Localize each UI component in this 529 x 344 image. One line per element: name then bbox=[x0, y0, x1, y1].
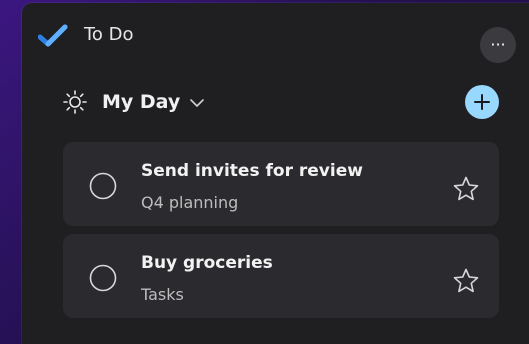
list-name: My Day bbox=[102, 91, 181, 113]
chevron-down-icon bbox=[190, 99, 205, 107]
task-title: Buy groceries bbox=[141, 253, 273, 273]
task-complete-checkbox[interactable] bbox=[89, 264, 117, 292]
more-options-button[interactable]: ··· bbox=[480, 27, 516, 63]
task-list-name: Q4 planning bbox=[141, 193, 239, 212]
plus-icon bbox=[474, 94, 490, 110]
task-item[interactable]: Send invites for review Q4 planning bbox=[63, 142, 499, 226]
star-icon[interactable] bbox=[451, 174, 481, 204]
todo-widget: To Do ··· My Day Send invites for review… bbox=[22, 3, 529, 344]
more-icon: ··· bbox=[490, 35, 506, 54]
task-complete-checkbox[interactable] bbox=[89, 172, 117, 200]
task-list-name: Tasks bbox=[141, 285, 184, 304]
task-title: Send invites for review bbox=[141, 161, 363, 181]
add-task-button[interactable] bbox=[465, 85, 499, 119]
widget-header: To Do ··· bbox=[22, 3, 529, 65]
list-selector[interactable]: My Day bbox=[62, 87, 206, 117]
sun-icon bbox=[63, 90, 87, 114]
app-title: To Do bbox=[84, 24, 134, 45]
checkmark-logo-icon bbox=[38, 24, 68, 47]
task-item[interactable]: Buy groceries Tasks bbox=[63, 234, 499, 318]
star-icon[interactable] bbox=[451, 266, 481, 296]
